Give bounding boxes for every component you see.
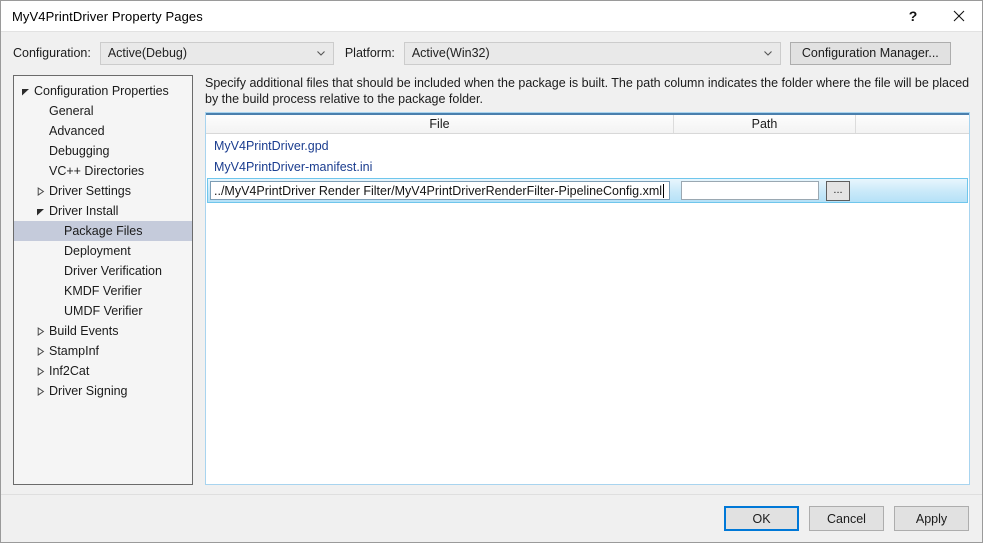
package-file-edit-row[interactable]: ../MyV4PrintDriver Render Filter/MyV4Pri… <box>207 178 968 203</box>
configuration-bar: Configuration: Active(Debug) Platform: A… <box>1 38 982 68</box>
tree-item-umdf-verifier[interactable]: UMDF Verifier <box>14 301 192 321</box>
tree-item-kmdf-verifier[interactable]: KMDF Verifier <box>14 281 192 301</box>
tree-item-advanced[interactable]: Advanced <box>14 121 192 141</box>
expander-expanded-icon <box>33 207 48 216</box>
close-icon <box>953 10 965 22</box>
close-button[interactable] <box>936 1 982 31</box>
package-file-link[interactable]: MyV4PrintDriver-manifest.ini <box>214 160 372 174</box>
tree-item-label: UMDF Verifier <box>64 304 143 318</box>
apply-button[interactable]: Apply <box>894 506 969 531</box>
help-button[interactable]: ? <box>890 1 936 31</box>
tree-item-general[interactable]: General <box>14 101 192 121</box>
path-edit-field[interactable] <box>681 181 819 200</box>
browse-button[interactable]: ... <box>826 180 850 201</box>
settings-tree[interactable]: Configuration Properties General Advanced D… <box>13 75 193 485</box>
property-pages-dialog: MyV4PrintDriver Property Pages ? Configu… <box>0 0 983 543</box>
platform-dropdown[interactable]: Active(Win32) <box>403 41 781 65</box>
tree-item-driver-settings[interactable]: Driver Settings <box>14 181 192 201</box>
chevron-down-icon <box>763 51 772 56</box>
expander-collapsed-icon <box>33 326 48 336</box>
tree-item-package-files[interactable]: Package Files <box>14 221 192 241</box>
tree-item-label: Driver Verification <box>64 264 162 278</box>
expander-collapsed-icon <box>33 346 48 356</box>
tree-item-deployment[interactable]: Deployment <box>14 241 192 261</box>
package-file-row[interactable]: MyV4PrintDriver-manifest.ini <box>206 156 969 177</box>
tree-item-label: Deployment <box>64 244 131 258</box>
tree-item-label: Driver Signing <box>49 384 128 398</box>
tree-item-vc-directories[interactable]: VC++ Directories <box>14 161 192 181</box>
tree-item-inf2cat[interactable]: Inf2Cat <box>14 361 192 381</box>
tree-item-label: Driver Install <box>49 204 119 218</box>
tree-item-debugging[interactable]: Debugging <box>14 141 192 161</box>
text-caret <box>663 183 665 198</box>
tree-item-driver-verification[interactable]: Driver Verification <box>14 261 192 281</box>
tree-item-label: Configuration Properties <box>34 84 169 98</box>
tree-item-label: Debugging <box>49 144 110 158</box>
column-header-path[interactable]: Path <box>674 115 856 133</box>
file-edit-field[interactable]: ../MyV4PrintDriver Render Filter/MyV4Pri… <box>210 181 670 200</box>
platform-value: Active(Win32) <box>411 46 490 60</box>
tree-item-label: VC++ Directories <box>49 164 145 178</box>
tree-item-build-events[interactable]: Build Events <box>14 321 192 341</box>
package-files-pane: Specify additional files that should be … <box>193 75 970 485</box>
expander-collapsed-icon <box>33 366 48 376</box>
expander-expanded-icon <box>18 87 33 96</box>
package-files-list: File Path MyV4PrintDriver.gpd MyV4PrintDr… <box>205 112 970 485</box>
cancel-button[interactable]: Cancel <box>809 506 884 531</box>
file-edit-value: ../MyV4PrintDriver Render Filter/MyV4Pri… <box>214 183 663 198</box>
title-bar: MyV4PrintDriver Property Pages ? <box>1 1 982 32</box>
window-controls: ? <box>890 1 982 31</box>
chevron-down-icon <box>316 51 325 56</box>
tree-item-label: Build Events <box>49 324 119 338</box>
dialog-footer: OK Cancel Apply <box>1 494 982 542</box>
pane-description: Specify additional files that should be … <box>205 76 970 106</box>
tree-item-driver-install[interactable]: Driver Install <box>14 201 192 221</box>
tree-item-driver-signing[interactable]: Driver Signing <box>14 381 192 401</box>
column-header-extra[interactable] <box>856 115 969 133</box>
dialog-body: Configuration Properties General Advanced D… <box>1 68 982 494</box>
tree-item-label: StampInf <box>49 344 100 358</box>
configuration-manager-button[interactable]: Configuration Manager... <box>789 41 951 65</box>
package-file-link[interactable]: MyV4PrintDriver.gpd <box>214 139 329 153</box>
package-file-row[interactable]: MyV4PrintDriver.gpd <box>206 135 969 156</box>
configuration-value: Active(Debug) <box>107 46 188 60</box>
column-header-file[interactable]: File <box>206 115 674 133</box>
tree-item-stampinf[interactable]: StampInf <box>14 341 192 361</box>
expander-collapsed-icon <box>33 386 48 396</box>
list-header: File Path <box>206 113 969 134</box>
expander-collapsed-icon <box>33 186 48 196</box>
platform-label: Platform: <box>344 46 395 60</box>
list-body: MyV4PrintDriver.gpd MyV4PrintDriver-manif… <box>206 134 969 484</box>
tree-item-configuration-properties[interactable]: Configuration Properties <box>14 81 192 101</box>
tree-item-label: Package Files <box>64 224 143 238</box>
window-title: MyV4PrintDriver Property Pages <box>12 8 203 24</box>
ok-button[interactable]: OK <box>724 506 799 531</box>
tree-item-label: Inf2Cat <box>49 364 90 378</box>
tree-item-label: KMDF Verifier <box>64 284 142 298</box>
configuration-label: Configuration: <box>13 46 91 60</box>
configuration-dropdown[interactable]: Active(Debug) <box>99 41 334 65</box>
tree-item-label: Driver Settings <box>49 184 131 198</box>
tree-item-label: General <box>49 104 94 118</box>
tree-item-label: Advanced <box>49 124 105 138</box>
